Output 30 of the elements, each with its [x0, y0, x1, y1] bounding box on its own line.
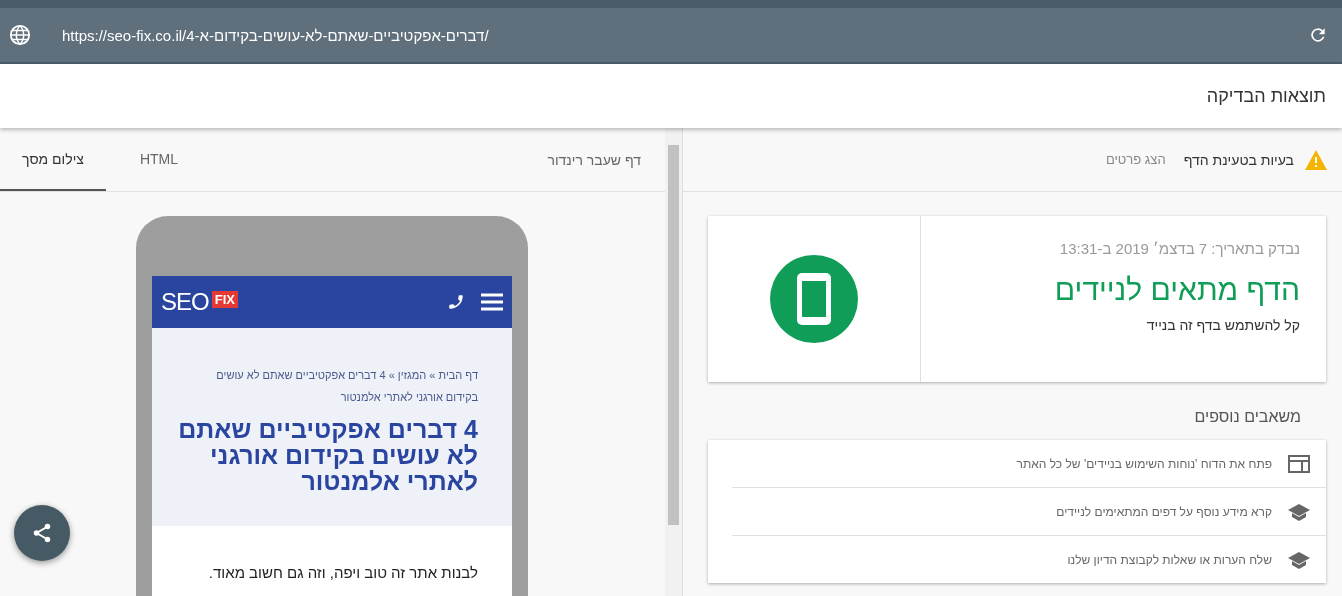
graduation-cap-icon	[1288, 549, 1310, 570]
share-icon	[31, 522, 53, 544]
article-text: לבנות אתר זה טוב ויפה, וזה גם חשוב מאוד.	[207, 564, 478, 581]
section-title: משאבים נוספים	[1194, 408, 1301, 425]
globe-icon	[9, 24, 31, 46]
verdict-text: הדף מתאים לניידים	[1054, 273, 1300, 307]
verdict-subtitle: קל להשתמש בדף זה בנייד	[1146, 317, 1300, 333]
details-link[interactable]: הצג פרטים	[1105, 152, 1166, 167]
report-icon	[1288, 453, 1310, 474]
breadcrumb: דף הבית » המגזין » 4 דברים אפקטיביים שאתם לא עושים בקידום אורגני לאתרי אלמנטור	[215, 368, 478, 405]
issues-text: בעיות בטעינת הדף	[1183, 151, 1294, 168]
view-tab[interactable]: צילום מסך	[0, 128, 106, 191]
warning-icon	[1304, 148, 1328, 171]
phone-icon	[447, 293, 465, 311]
share-button[interactable]	[14, 505, 70, 561]
article-headline: 4 דברים אפקטיביים שאתם לא עושים בקידום אורגני לאתרי אלמנטור	[178, 416, 478, 494]
test-date: נבדק בתאריך: 7 בדצמ׳ 2019 ב-13:31	[1059, 240, 1300, 257]
menu-icon[interactable]	[481, 293, 503, 311]
scrollbar[interactable]	[665, 128, 682, 596]
refresh-icon[interactable]	[1308, 25, 1328, 45]
view-tab[interactable]: HTML	[106, 128, 212, 191]
resource-link[interactable]: קרא מידע נוסף על דפים המתאימים לניידים	[732, 488, 1326, 536]
resource-link[interactable]: שלח הערות או שאלות לקבוצת הדיון שלנו	[732, 536, 1326, 583]
resource-link[interactable]: פתח את הדוח 'נוחות השימוש בניידים' של כל האתר	[732, 440, 1326, 488]
logo-badge: FIX	[211, 290, 238, 308]
url-text: https://seo-fix.co.il/4-דברים-אפקטיביים-שאתם-לא-עושים-בקידום-א/	[62, 26, 489, 44]
page-title: תוצאות הבדיקה	[1206, 85, 1326, 107]
graduation-cap-icon	[1288, 501, 1310, 522]
panel-label: דף שעבר רינדור	[547, 151, 641, 168]
site-logo: SEO	[161, 288, 209, 316]
